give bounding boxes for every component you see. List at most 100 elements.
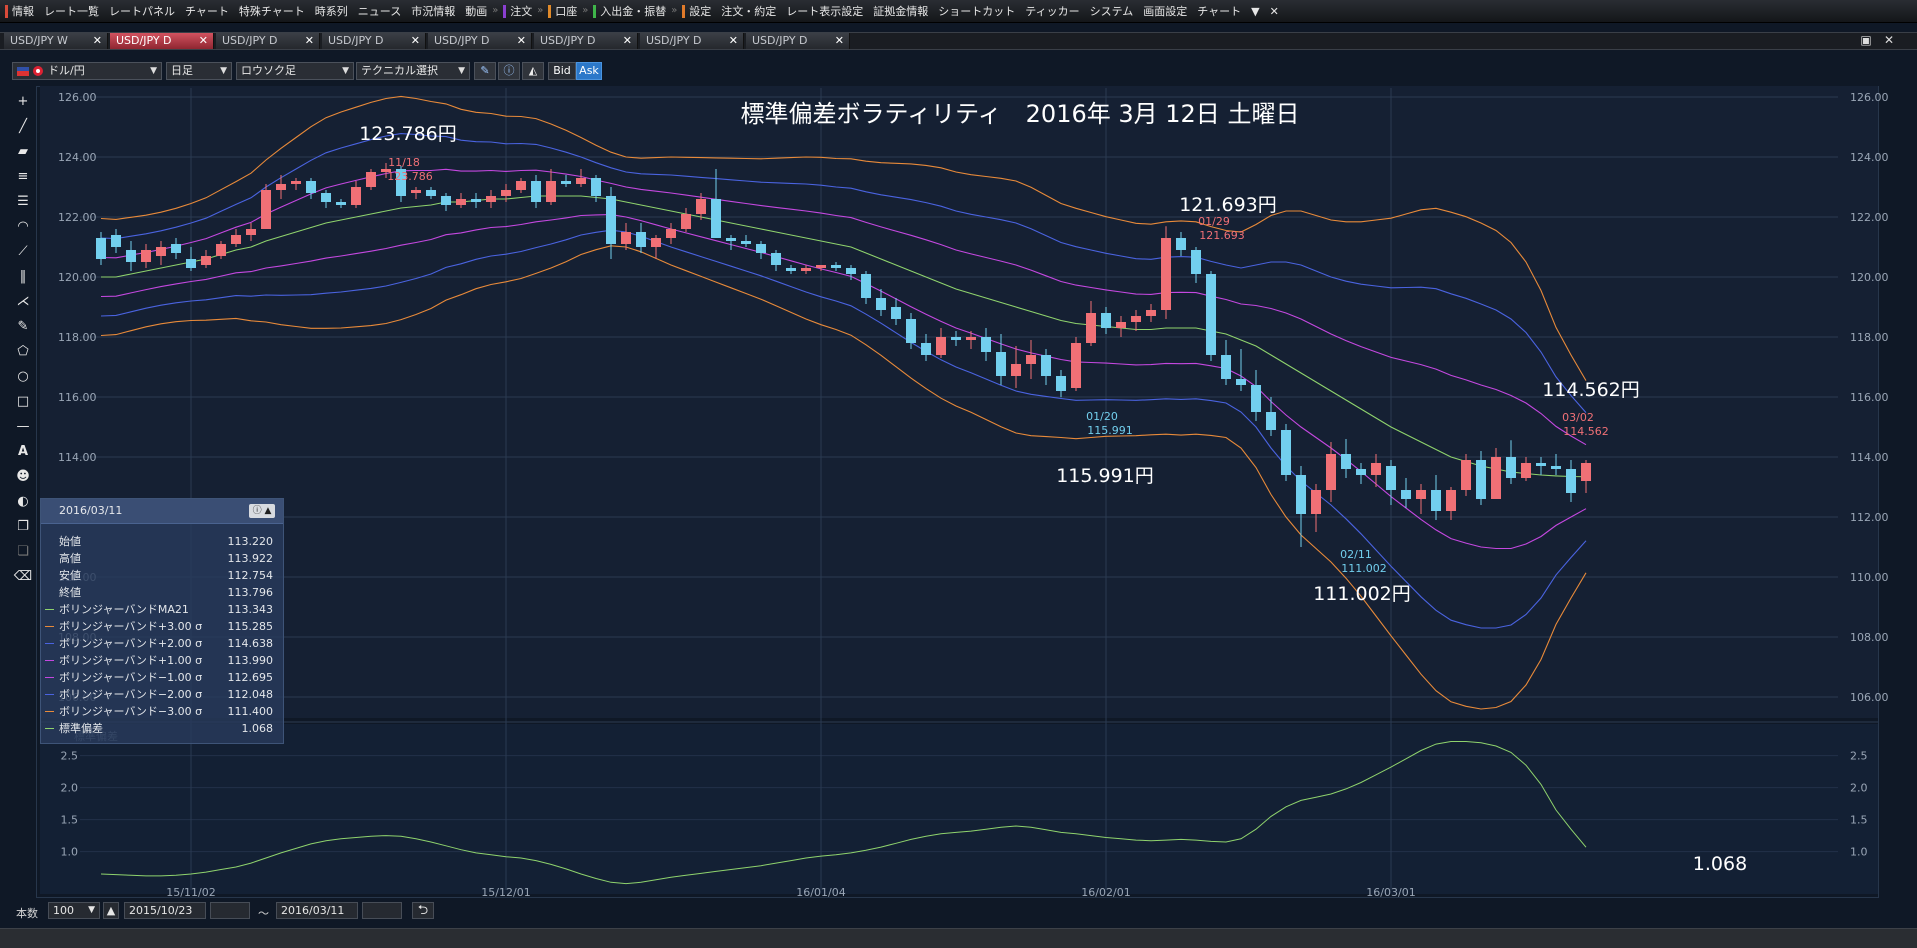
data-window-row: 安値 112.754 [41, 567, 283, 584]
info-collapse-icon[interactable]: ⓘ ▲ [249, 504, 275, 518]
candle-body [1056, 376, 1066, 391]
data-window-value: 112.695 [227, 671, 274, 684]
candle-body [1356, 469, 1366, 475]
candle-body [1446, 490, 1456, 511]
candle-body [951, 337, 961, 340]
candle-body [981, 337, 991, 352]
data-window-value: 113.922 [227, 552, 274, 565]
count-select[interactable]: 100 ▼ [48, 902, 100, 919]
candle-body [681, 214, 691, 229]
data-window-header: 2016/03/11 ⓘ ▲ [41, 499, 283, 524]
candle-body [711, 199, 721, 238]
candle-body [771, 253, 781, 265]
candle-body [1491, 457, 1501, 499]
candle-body [651, 238, 661, 247]
candlestick-chart[interactable]: 126.00 126.00 124.00 124.00 122.00 122.00 120.… [0, 0, 1917, 900]
date-from-field[interactable]: 2015/10/23 [124, 902, 206, 919]
candle-body [1401, 490, 1411, 499]
candle-body [1341, 454, 1351, 469]
candle-body [1071, 343, 1081, 388]
y-tick-label-right: 124.00 [1850, 151, 1889, 164]
candle-body [1551, 466, 1561, 469]
sd-tick-label-right: 1.0 [1850, 846, 1868, 859]
series-color-swatch [45, 609, 54, 610]
y-tick-label-left: 126.00 [58, 91, 97, 104]
time-from-field[interactable] [210, 902, 250, 919]
candle-body [966, 337, 976, 340]
candle-body [816, 265, 826, 268]
low-annotation-1: 115.991円 [1056, 465, 1154, 487]
candle-body [786, 268, 796, 271]
candle-body [621, 232, 631, 244]
sd-tick-label-right: 2.0 [1850, 782, 1868, 795]
candle-body [306, 181, 316, 193]
date-to-value: 2016/03/11 [281, 904, 345, 917]
low-marker-date-2: 02/11 [1340, 548, 1372, 561]
x-tick-label: 16/01/04 [796, 886, 845, 899]
x-tick-label: 16/03/01 [1366, 886, 1415, 899]
data-window-value: 114.638 [227, 637, 274, 650]
sd-tick-label-left: 1.0 [61, 846, 79, 859]
y-tick-label-right: 118.00 [1850, 331, 1889, 344]
series-color-swatch [45, 694, 54, 695]
candle-body [1101, 313, 1111, 328]
range-tilde: 〜 [258, 907, 269, 920]
increment-button[interactable]: ▲ [103, 902, 119, 919]
y-tick-label-left: 114.00 [58, 451, 97, 464]
candle-body [996, 352, 1006, 376]
data-window-row: 終値 113.796 [41, 584, 283, 601]
date-to-field[interactable]: 2016/03/11 [276, 902, 358, 919]
data-window-panel: 2016/03/11 ⓘ ▲ 始値 113.220 高値 113.922 安値 112.7… [40, 498, 284, 744]
candle-body [471, 199, 481, 202]
y-tick-label-left: 124.00 [58, 151, 97, 164]
candle-body [1131, 316, 1141, 322]
price-pane [40, 86, 1878, 718]
data-window-value: 115.285 [227, 620, 274, 633]
data-window-value: 112.754 [227, 569, 274, 582]
sd-pane [40, 724, 1878, 894]
x-tick-label: 15/11/02 [166, 886, 215, 899]
reload-icon[interactable]: ⮌ [412, 902, 434, 919]
high-annotation-1: 123.786円 [359, 123, 457, 145]
candle-body [246, 229, 256, 235]
candle-body [141, 250, 151, 262]
y-tick-label-right: 108.00 [1850, 631, 1889, 644]
count-label: 本数 [16, 907, 38, 920]
candle-body [1191, 250, 1201, 274]
time-to-field[interactable] [362, 902, 402, 919]
data-window-value: 111.400 [227, 705, 274, 718]
candle-body [276, 184, 286, 190]
candle-body [861, 274, 871, 298]
series-color-swatch [45, 626, 54, 627]
candle-body [486, 196, 496, 202]
y-tick-label-right: 106.00 [1850, 691, 1889, 704]
candle-body [441, 196, 451, 205]
candle-body [351, 187, 361, 205]
data-window-row: ボリンジャーバンド+3.00 σ 115.285 [41, 618, 283, 635]
candle-body [1476, 460, 1486, 499]
data-window-label: ボリンジャーバンド+1.00 σ [59, 654, 203, 667]
data-window-label: ボリンジャーバンド−3.00 σ [59, 705, 203, 718]
candle-body [261, 190, 271, 229]
candle-body [1026, 355, 1036, 364]
data-window-row: ボリンジャーバンド−3.00 σ 111.400 [41, 703, 283, 720]
candle-body [1581, 463, 1591, 481]
candle-body [636, 232, 646, 247]
series-color-swatch [45, 728, 54, 729]
status-bar: 本数 100 ▼ ▲ 2015/10/23 〜 2016/03/11 ⮌ [0, 900, 1917, 925]
sd-tick-label-left: 1.5 [61, 814, 79, 827]
data-window-label: ボリンジャーバンド−1.00 σ [59, 671, 203, 684]
candle-body [756, 244, 766, 253]
sd-tick-label-right: 1.5 [1850, 814, 1868, 827]
candle-body [591, 178, 601, 196]
candle-body [846, 268, 856, 274]
candle-body [1251, 385, 1261, 412]
candle-body [1221, 355, 1231, 379]
x-tick-label: 16/02/01 [1081, 886, 1130, 899]
candle-body [1206, 274, 1216, 355]
data-window-row: ボリンジャーバンド−2.00 σ 112.048 [41, 686, 283, 703]
candle-body [1431, 490, 1441, 511]
low-annotation-2: 111.002円 [1313, 583, 1411, 605]
candle-body [1296, 475, 1306, 514]
series-color-swatch [45, 660, 54, 661]
